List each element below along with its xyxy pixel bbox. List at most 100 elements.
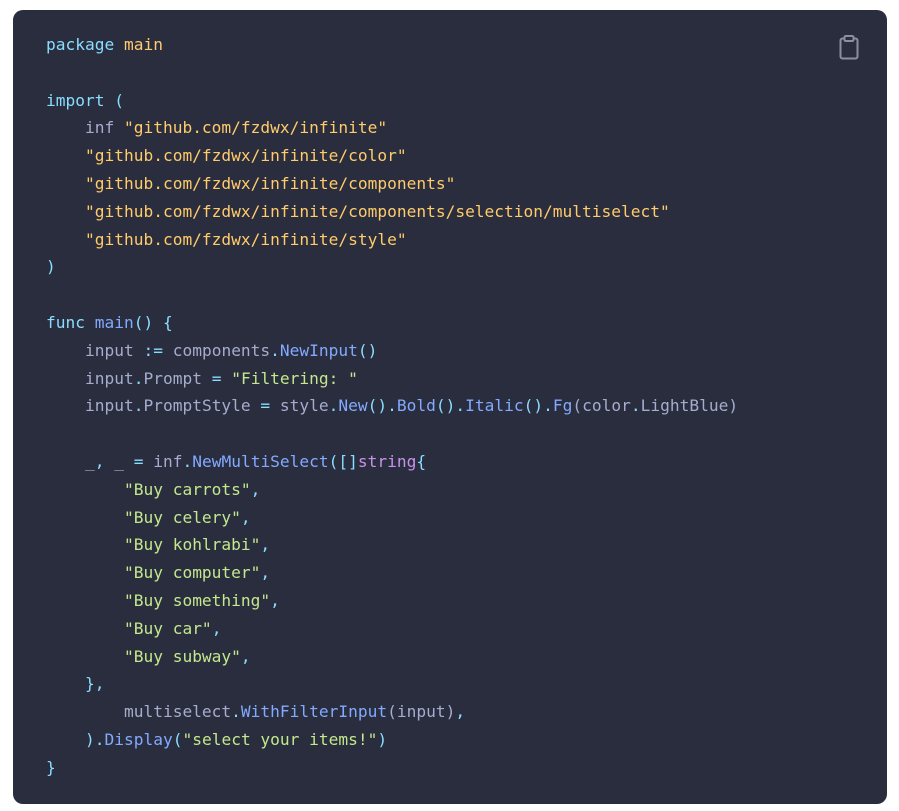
token: (color <box>572 396 631 416</box>
token: (). <box>435 396 466 416</box>
token: main <box>94 312 134 332</box>
token: WithFilterInput <box>240 702 388 722</box>
token: "github.com/fzdwx/infinite" <box>123 118 388 138</box>
token: ) <box>377 729 388 749</box>
code-line-18: "Buy celery", <box>46 504 738 532</box>
token: func <box>46 312 85 332</box>
token: Prompt <box>143 368 212 388</box>
token: = <box>211 368 222 388</box>
token: (). <box>523 396 553 416</box>
code-line-20: "Buy computer", <box>46 559 738 587</box>
token: components <box>162 340 271 360</box>
token: "github.com/fzdwx/infinite/style" <box>84 229 407 249</box>
token: "github.com/fzdwx/infinite/components" <box>84 173 456 193</box>
code-line-16: _, _ = inf.NewMultiSelect([]string{ <box>46 448 738 476</box>
token: { <box>416 451 427 471</box>
token: , <box>240 646 251 666</box>
code-line-13: input.Prompt = "Filtering: " <box>46 365 738 393</box>
token: Fg <box>552 396 573 416</box>
token: LightBlue <box>640 396 729 416</box>
token: , <box>250 479 261 499</box>
copy-button[interactable] <box>837 34 861 60</box>
token: }, <box>84 674 105 694</box>
token: "Buy computer" <box>123 563 261 583</box>
token: . <box>182 451 193 471</box>
clipboard-icon <box>839 35 859 60</box>
token: "Filtering: " <box>231 368 358 388</box>
token: ) <box>728 396 739 416</box>
token: "github.com/fzdwx/infinite/components/se… <box>84 201 670 221</box>
token: NewMultiSelect <box>192 451 329 471</box>
token: New <box>338 396 368 416</box>
code-content: package main import ( inf "github.com/fzd… <box>46 31 738 782</box>
token: "select your items!" <box>182 729 378 749</box>
token: "Buy kohlrabi" <box>123 535 261 555</box>
token: () { <box>133 312 173 332</box>
code-line-5: "github.com/fzdwx/infinite/color" <box>46 142 738 170</box>
token: := <box>143 340 163 360</box>
token: main <box>123 35 163 54</box>
code-line-12: input := components.NewInput() <box>46 337 738 365</box>
token: . <box>630 396 641 416</box>
token: ). <box>84 729 105 749</box>
token: PromptStyle <box>143 396 261 416</box>
code-line-4: inf "github.com/fzdwx/infinite" <box>46 114 738 142</box>
token: "Buy carrots" <box>123 479 251 499</box>
code-line-21: "Buy something", <box>46 587 738 615</box>
code-line-1: package main <box>46 31 738 59</box>
token: input <box>46 340 144 360</box>
code-line-7: "github.com/fzdwx/infinite/components/se… <box>46 198 738 226</box>
code-line-17: "Buy carrots", <box>46 476 738 504</box>
token: () <box>357 340 378 360</box>
code-line-26: ).Display("select your items!") <box>46 726 738 754</box>
code-line-23: "Buy subway", <box>46 643 738 671</box>
token: input <box>46 368 134 388</box>
token: , <box>211 618 222 638</box>
code-line-22: "Buy car", <box>46 615 738 643</box>
token: multiselect <box>46 702 232 722</box>
token: inf <box>143 451 183 471</box>
code-line-9: ) <box>46 253 738 281</box>
code-line-14: input.PromptStyle = style.New().Bold().I… <box>46 392 738 420</box>
token: "Buy celery" <box>123 507 241 527</box>
token: ( <box>104 90 124 110</box>
token: (input) <box>387 702 456 722</box>
token: = <box>260 396 271 416</box>
token: Italic <box>465 396 524 416</box>
code-line-25: multiselect.WithFilterInput(input), <box>46 698 738 726</box>
code-line-3: import ( <box>46 87 738 115</box>
token: "Buy subway" <box>123 646 241 666</box>
token: Bold <box>396 396 436 416</box>
token: "github.com/fzdwx/infinite/color" <box>84 146 407 166</box>
token: inf <box>46 118 124 138</box>
code-line-6: "github.com/fzdwx/infinite/components" <box>46 170 738 198</box>
token: NewInput <box>279 340 358 360</box>
token: ([] <box>328 451 358 471</box>
token: (). <box>367 396 397 416</box>
code-block: package main import ( inf "github.com/fzd… <box>13 10 887 804</box>
token: "Buy something" <box>123 590 271 610</box>
token: . <box>270 340 280 360</box>
token: , <box>455 702 466 722</box>
token: ) <box>46 257 56 277</box>
token: , <box>270 590 280 610</box>
token: } <box>46 757 56 777</box>
token: input <box>46 396 134 416</box>
token: _ <box>46 451 95 471</box>
code-line-24: }, <box>46 670 738 698</box>
